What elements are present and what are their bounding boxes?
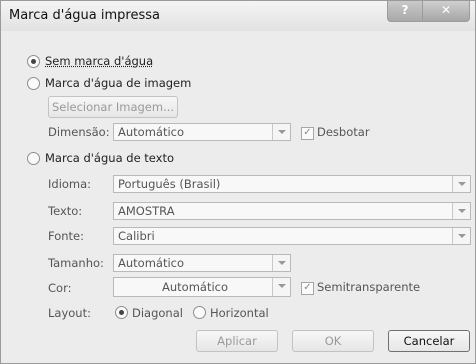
ok-button[interactable]: OK bbox=[292, 330, 374, 352]
chevron-down-icon bbox=[452, 228, 470, 244]
semitransparent-checkbox[interactable]: ✓ bbox=[301, 282, 314, 295]
font-value: Calibri bbox=[118, 229, 155, 243]
title-bar: Marca d'água impressa ? ✕ bbox=[1, 1, 475, 31]
dialog-title: Marca d'água impressa bbox=[9, 8, 160, 23]
radio-layout-horizontal[interactable] bbox=[193, 306, 206, 319]
chevron-down-icon bbox=[272, 255, 290, 271]
chevron-down-icon bbox=[452, 176, 470, 192]
color-label: Cor: bbox=[48, 281, 72, 295]
color-value: Automático bbox=[162, 280, 229, 294]
language-select[interactable]: Português (Brasil) bbox=[113, 175, 471, 193]
chevron-down-icon bbox=[272, 278, 290, 296]
radio-image-watermark[interactable] bbox=[27, 77, 40, 90]
radio-layout-diagonal[interactable] bbox=[115, 306, 128, 319]
font-select[interactable]: Calibri bbox=[113, 227, 471, 245]
radio-no-watermark[interactable] bbox=[27, 55, 40, 68]
size-select[interactable]: Automático bbox=[113, 254, 291, 272]
font-label: Fonte: bbox=[48, 229, 84, 243]
layout-diagonal-label[interactable]: Diagonal bbox=[132, 306, 183, 320]
cancel-button[interactable]: Cancelar bbox=[388, 330, 470, 352]
apply-button[interactable]: Aplicar bbox=[196, 330, 278, 352]
watermark-dialog: Marca d'água impressa ? ✕ Sem marca d'ág… bbox=[0, 0, 476, 364]
layout-label: Layout: bbox=[48, 306, 91, 320]
semitransparent-label: Semitransparente bbox=[317, 280, 421, 294]
language-label: Idioma: bbox=[48, 177, 92, 191]
text-watermark-label[interactable]: Marca d'água de texto bbox=[45, 151, 174, 165]
close-button[interactable]: ✕ bbox=[422, 1, 470, 22]
image-watermark-label[interactable]: Marca d'água de imagem bbox=[45, 76, 191, 90]
color-select[interactable]: Automático bbox=[113, 277, 291, 297]
dimension-label: Dimensão: bbox=[48, 125, 110, 139]
chevron-down-icon bbox=[272, 124, 290, 140]
text-select[interactable]: AMOSTRA bbox=[113, 202, 471, 220]
dimension-select[interactable]: Automático bbox=[113, 123, 291, 141]
help-button[interactable]: ? bbox=[387, 1, 423, 22]
washout-checkbox[interactable]: ✓ bbox=[301, 127, 314, 140]
layout-horizontal-label[interactable]: Horizontal bbox=[210, 306, 269, 320]
select-image-button[interactable]: Selecionar Imagem... bbox=[48, 96, 178, 118]
radio-text-watermark[interactable] bbox=[27, 152, 40, 165]
dimension-value: Automático bbox=[118, 125, 185, 139]
language-value: Português (Brasil) bbox=[118, 177, 221, 191]
chevron-down-icon bbox=[452, 203, 470, 219]
question-icon: ? bbox=[401, 3, 409, 17]
size-label: Tamanho: bbox=[48, 256, 104, 270]
washout-label: Desbotar bbox=[317, 125, 370, 139]
close-x-icon: ✕ bbox=[440, 3, 452, 17]
size-value: Automático bbox=[118, 256, 185, 270]
text-value: AMOSTRA bbox=[118, 204, 175, 218]
text-label: Texto: bbox=[48, 204, 83, 218]
no-watermark-label[interactable]: Sem marca d'água bbox=[45, 54, 153, 68]
